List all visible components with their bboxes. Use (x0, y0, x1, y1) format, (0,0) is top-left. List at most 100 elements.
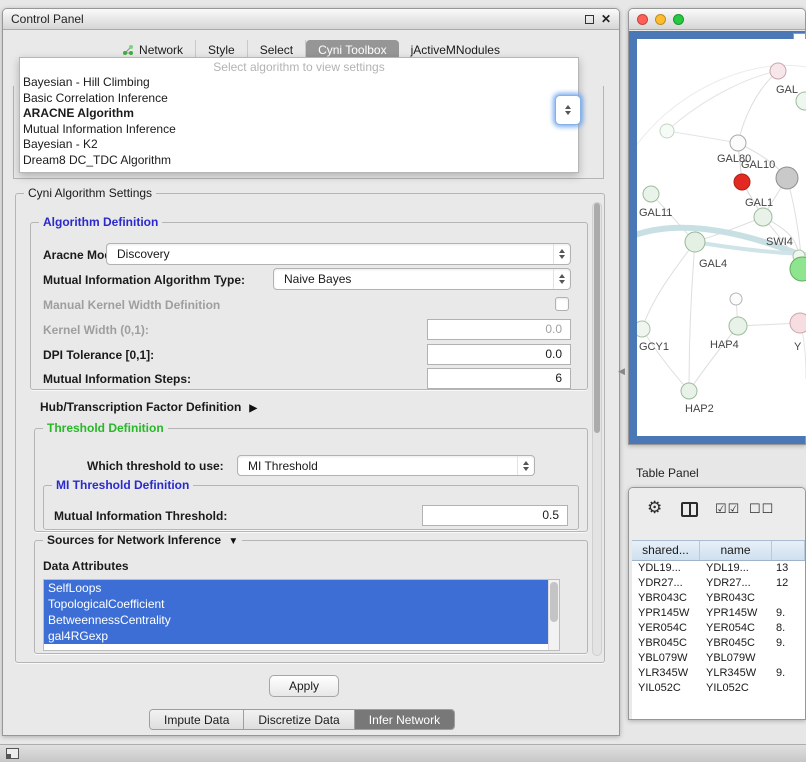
settings-scrollbar[interactable] (592, 202, 602, 656)
cyni-algorithm-settings-group: Cyni Algorithm Settings Algorithm Defini… (15, 193, 605, 663)
expand-right-icon: ▶ (249, 403, 257, 414)
mi-threshold-input[interactable]: 0.5 (422, 505, 568, 526)
algorithm-option[interactable]: Basic Correlation Inference (20, 91, 578, 107)
network-node[interactable] (643, 186, 659, 202)
table-cell (772, 591, 805, 606)
table-cell: YIL052C (700, 681, 772, 696)
network-edge[interactable] (689, 326, 738, 391)
show-columns-icon[interactable]: ☑☑ (715, 501, 740, 517)
columns-icon[interactable] (681, 502, 698, 517)
table-row[interactable]: YDL19...YDL19...13 (632, 561, 805, 576)
mi-steps-input[interactable]: 6 (427, 368, 571, 389)
network-canvas-area[interactable]: GALGAL80GAL10GAL11GAL1SWI4GAL4GCY1HAP4YH… (637, 39, 806, 436)
table-row[interactable]: YIL052CYIL052C (632, 681, 805, 696)
network-node[interactable] (770, 63, 786, 79)
table-row[interactable]: YLR345WYLR345W9. (632, 666, 805, 681)
network-canvas: GALGAL80GAL10GAL11GAL1SWI4GAL4GCY1HAP4YH… (637, 39, 806, 436)
panel-toggle-icon[interactable] (6, 748, 19, 759)
network-node[interactable] (730, 135, 746, 151)
manual-kernel-checkbox[interactable] (555, 297, 569, 311)
network-node[interactable] (790, 257, 806, 281)
data-attribute-item[interactable]: BetweennessCentrality (44, 612, 548, 628)
list-scrollbar[interactable] (548, 580, 559, 650)
network-node[interactable] (681, 383, 697, 399)
float-window-icon[interactable] (585, 15, 594, 24)
apply-button[interactable]: Apply (269, 675, 339, 697)
table-row[interactable]: YBL079WYBL079W (632, 651, 805, 666)
table-cell: YER054C (700, 621, 772, 636)
table-row[interactable]: YER054CYER054C8. (632, 621, 805, 636)
zoom-light-icon[interactable] (673, 14, 684, 25)
table-cell: YLR345W (632, 666, 700, 681)
network-node[interactable] (637, 321, 650, 337)
network-node[interactable] (734, 174, 750, 190)
list-scrollbar-thumb[interactable] (550, 582, 558, 622)
collapse-down-icon: ▼ (228, 536, 238, 547)
table-row[interactable]: YBR043CYBR043C (632, 591, 805, 606)
network-edge[interactable] (637, 65, 806, 159)
network-edge[interactable] (642, 242, 695, 329)
table-cell: YER054C (632, 621, 700, 636)
network-node[interactable] (790, 313, 806, 333)
algorithm-option[interactable]: Bayesian - K2 (20, 137, 578, 153)
aracne-mode-select[interactable]: Discovery (106, 243, 571, 265)
network-node[interactable] (730, 293, 742, 305)
column-header[interactable] (772, 541, 805, 560)
network-node[interactable] (754, 208, 772, 226)
data-attribute-item[interactable]: SelfLoops (44, 580, 548, 596)
dpi-tolerance-input[interactable]: 0.0 (427, 344, 571, 365)
hide-columns-icon[interactable]: ☐☐ (749, 501, 774, 517)
network-edge[interactable] (689, 242, 695, 391)
network-node[interactable] (729, 317, 747, 335)
table-row[interactable]: YBR045CYBR045C9. (632, 636, 805, 651)
table-row[interactable]: YDR27...YDR27...12 (632, 576, 805, 591)
chevron-updown-icon (553, 244, 570, 264)
network-window-titlebar[interactable] (629, 9, 805, 30)
which-threshold-select[interactable]: MI Threshold (237, 455, 535, 476)
table-cell: YLR345W (700, 666, 772, 681)
algorithm-option[interactable]: ARACNE Algorithm (20, 106, 578, 122)
network-edge[interactable] (667, 71, 778, 131)
settings-scrollbar-thumb[interactable] (594, 203, 600, 433)
tab-impute-data[interactable]: Impute Data (150, 710, 244, 729)
spinner-up-icon (565, 105, 571, 109)
table-panel-label: Table Panel (636, 466, 699, 480)
network-edge[interactable] (642, 329, 689, 391)
table-cell: 9. (772, 666, 805, 681)
minimize-light-icon[interactable] (655, 14, 666, 25)
table-row[interactable]: YPR145WYPR145W9. (632, 606, 805, 621)
column-header[interactable]: shared... (632, 541, 700, 560)
tab-infer-network[interactable]: Infer Network (355, 710, 454, 729)
mi-type-label: Mutual Information Algorithm Type: (43, 273, 245, 287)
network-node[interactable] (776, 167, 798, 189)
close-light-icon[interactable] (637, 14, 648, 25)
mi-type-select[interactable]: Naive Bayes (273, 268, 571, 290)
network-node[interactable] (685, 232, 705, 252)
column-header[interactable]: name (700, 541, 772, 560)
mi-threshold-label: Mutual Information Threshold: (54, 509, 227, 523)
control-panel-titlebar[interactable]: Control Panel ✕ (3, 9, 619, 30)
table-cell (772, 651, 805, 666)
algorithm-combo-arrow-button[interactable] (555, 95, 581, 125)
table-panel-window: ⚙ ☑☑ ☐☐ shared... name YDL19...YDL19...1… (628, 487, 806, 720)
table-cell (772, 681, 805, 696)
algorithm-option[interactable]: Dream8 DC_TDC Algorithm (20, 153, 578, 169)
network-edge[interactable] (667, 131, 738, 143)
algorithm-option[interactable]: Bayesian - Hill Climbing (20, 75, 578, 91)
algorithm-option[interactable]: Mutual Information Inference (20, 122, 578, 138)
network-node[interactable] (660, 124, 674, 138)
sources-group-title[interactable]: Sources for Network Inference ▼ (43, 533, 242, 547)
gear-icon[interactable]: ⚙ (647, 498, 662, 518)
tab-discretize-data[interactable]: Discretize Data (244, 710, 354, 729)
data-attribute-item[interactable]: TopologicalCoefficient (44, 596, 548, 612)
data-attribute-item[interactable]: gal4RGexp (44, 628, 548, 644)
close-icon[interactable]: ✕ (601, 14, 611, 24)
hub-tf-section-toggle[interactable]: Hub/Transcription Factor Definition▶ (40, 400, 257, 414)
collapse-left-icon[interactable]: ◀ (618, 366, 625, 377)
table-cell: YDR27... (632, 576, 700, 591)
chevron-updown-icon (517, 456, 534, 475)
table-header: shared... name (632, 540, 805, 561)
kernel-width-input[interactable]: 0.0 (427, 319, 571, 340)
data-attributes-list: SelfLoopsTopologicalCoefficientBetweenne… (44, 580, 548, 644)
network-node-label: Y (794, 341, 802, 353)
